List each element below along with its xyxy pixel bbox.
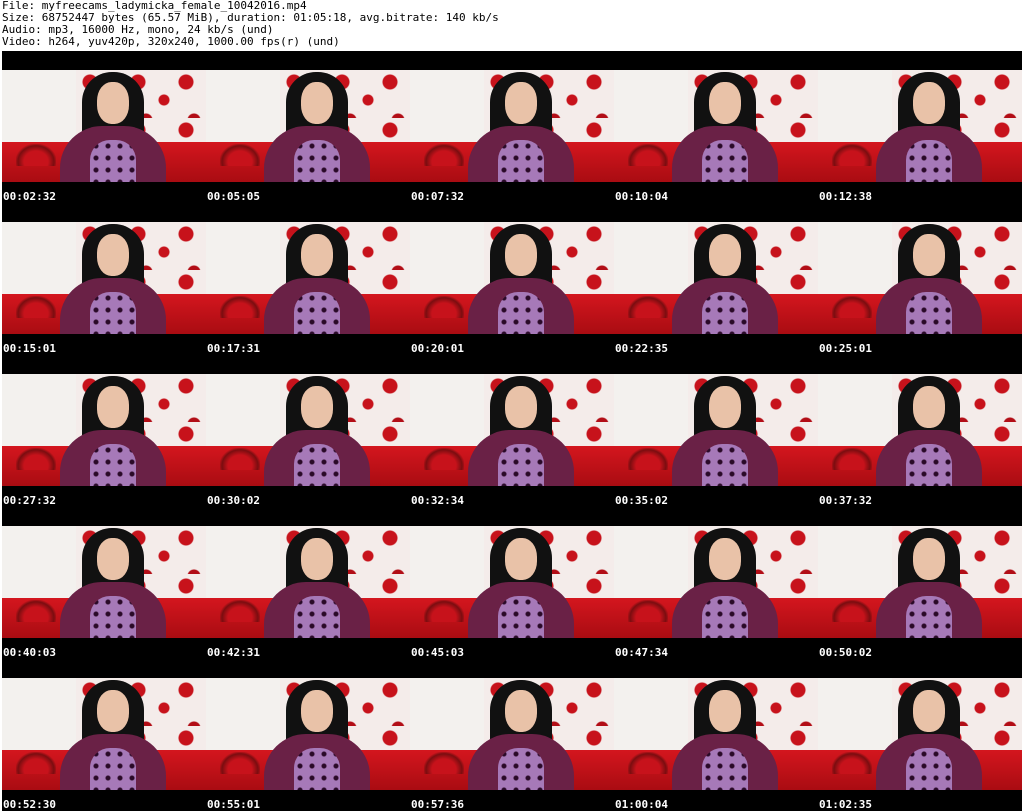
thumbnail: 00:02:32 [2, 51, 206, 203]
thumbnail: 00:17:31 [206, 203, 410, 355]
thumbnail-timestamp: 00:27:32 [3, 494, 56, 507]
thumbnail: 00:30:02 [206, 355, 410, 507]
video-frame-image [2, 70, 206, 182]
thumbnail-timestamp: 00:57:36 [411, 798, 464, 811]
video-frame-image [614, 222, 818, 334]
video-frame-image [410, 526, 614, 638]
thumbnail-timestamp: 00:20:01 [411, 342, 464, 355]
thumbnail: 01:00:04 [614, 659, 818, 811]
thumbnail-timestamp: 00:32:34 [411, 494, 464, 507]
thumbnail-timestamp: 00:55:01 [207, 798, 260, 811]
thumbnail-timestamp: 00:05:05 [207, 190, 260, 203]
thumbnail-timestamp: 00:30:02 [207, 494, 260, 507]
video-frame-image [818, 222, 1022, 334]
video-frame-image [614, 70, 818, 182]
video-frame-image [614, 526, 818, 638]
thumbnail: 00:47:34 [614, 507, 818, 659]
thumbnail: 00:32:34 [410, 355, 614, 507]
thumbnail: 00:45:03 [410, 507, 614, 659]
video-frame-image [2, 222, 206, 334]
thumbnail: 00:55:01 [206, 659, 410, 811]
thumbnail-timestamp: 01:00:04 [615, 798, 668, 811]
thumbnail-timestamp: 00:10:04 [615, 190, 668, 203]
video-frame-image [206, 222, 410, 334]
thumbnail-timestamp: 00:25:01 [819, 342, 872, 355]
video-frame-image [818, 526, 1022, 638]
video-frame-image [818, 70, 1022, 182]
file-info-header: File: myfreecams_ladymicka_female_100420… [2, 0, 1022, 50]
video-frame-image [2, 526, 206, 638]
thumbnail: 00:07:32 [410, 51, 614, 203]
thumbnail: 00:25:01 [818, 203, 1022, 355]
video-frame-image [818, 678, 1022, 790]
thumbnail-timestamp: 00:07:32 [411, 190, 464, 203]
thumbnail: 00:35:02 [614, 355, 818, 507]
thumbnail-timestamp: 00:02:32 [3, 190, 56, 203]
thumbnail-timestamp: 00:22:35 [615, 342, 668, 355]
thumbnail: 00:10:04 [614, 51, 818, 203]
thumbnail-grid: 00:02:32 00:05:05 00:07:32 00:10:04 00:12:38… [2, 51, 1022, 811]
thumbnail: 01:02:35 [818, 659, 1022, 811]
thumbnail: 00:12:38 [818, 51, 1022, 203]
video-frame-image [2, 678, 206, 790]
thumbnail-timestamp: 00:50:02 [819, 646, 872, 659]
thumbnail-timestamp: 00:12:38 [819, 190, 872, 203]
thumbnail-timestamp: 00:35:02 [615, 494, 668, 507]
thumbnail-timestamp: 00:42:31 [207, 646, 260, 659]
thumbnail-timestamp: 00:52:30 [3, 798, 56, 811]
video-frame-image [410, 678, 614, 790]
video-frame-image [818, 374, 1022, 486]
thumbnail: 00:15:01 [2, 203, 206, 355]
thumbnail: 00:50:02 [818, 507, 1022, 659]
video-frame-image [614, 678, 818, 790]
video-frame-image [410, 222, 614, 334]
video-frame-image [206, 526, 410, 638]
video-frame-image [206, 678, 410, 790]
thumbnail: 00:42:31 [206, 507, 410, 659]
thumbnail-timestamp: 00:17:31 [207, 342, 260, 355]
video-frame-image [206, 70, 410, 182]
thumbnail-timestamp: 00:15:01 [3, 342, 56, 355]
thumbnail: 00:40:03 [2, 507, 206, 659]
thumbnail: 00:37:32 [818, 355, 1022, 507]
video-frame-image [206, 374, 410, 486]
video-frame-image [410, 70, 614, 182]
thumbnail-timestamp: 00:37:32 [819, 494, 872, 507]
thumbnail: 00:27:32 [2, 355, 206, 507]
thumbnail: 00:57:36 [410, 659, 614, 811]
thumbnail: 00:52:30 [2, 659, 206, 811]
thumbnail: 00:20:01 [410, 203, 614, 355]
video-info-line: Video: h264, yuv420p, 320x240, 1000.00 f… [2, 35, 340, 48]
thumbnail-timestamp: 00:47:34 [615, 646, 668, 659]
thumbnail-timestamp: 00:40:03 [3, 646, 56, 659]
video-frame-image [410, 374, 614, 486]
thumbnail-timestamp: 00:45:03 [411, 646, 464, 659]
thumbnail-timestamp: 01:02:35 [819, 798, 872, 811]
thumbnail: 00:22:35 [614, 203, 818, 355]
video-frame-image [614, 374, 818, 486]
thumbnail: 00:05:05 [206, 51, 410, 203]
video-frame-image [2, 374, 206, 486]
